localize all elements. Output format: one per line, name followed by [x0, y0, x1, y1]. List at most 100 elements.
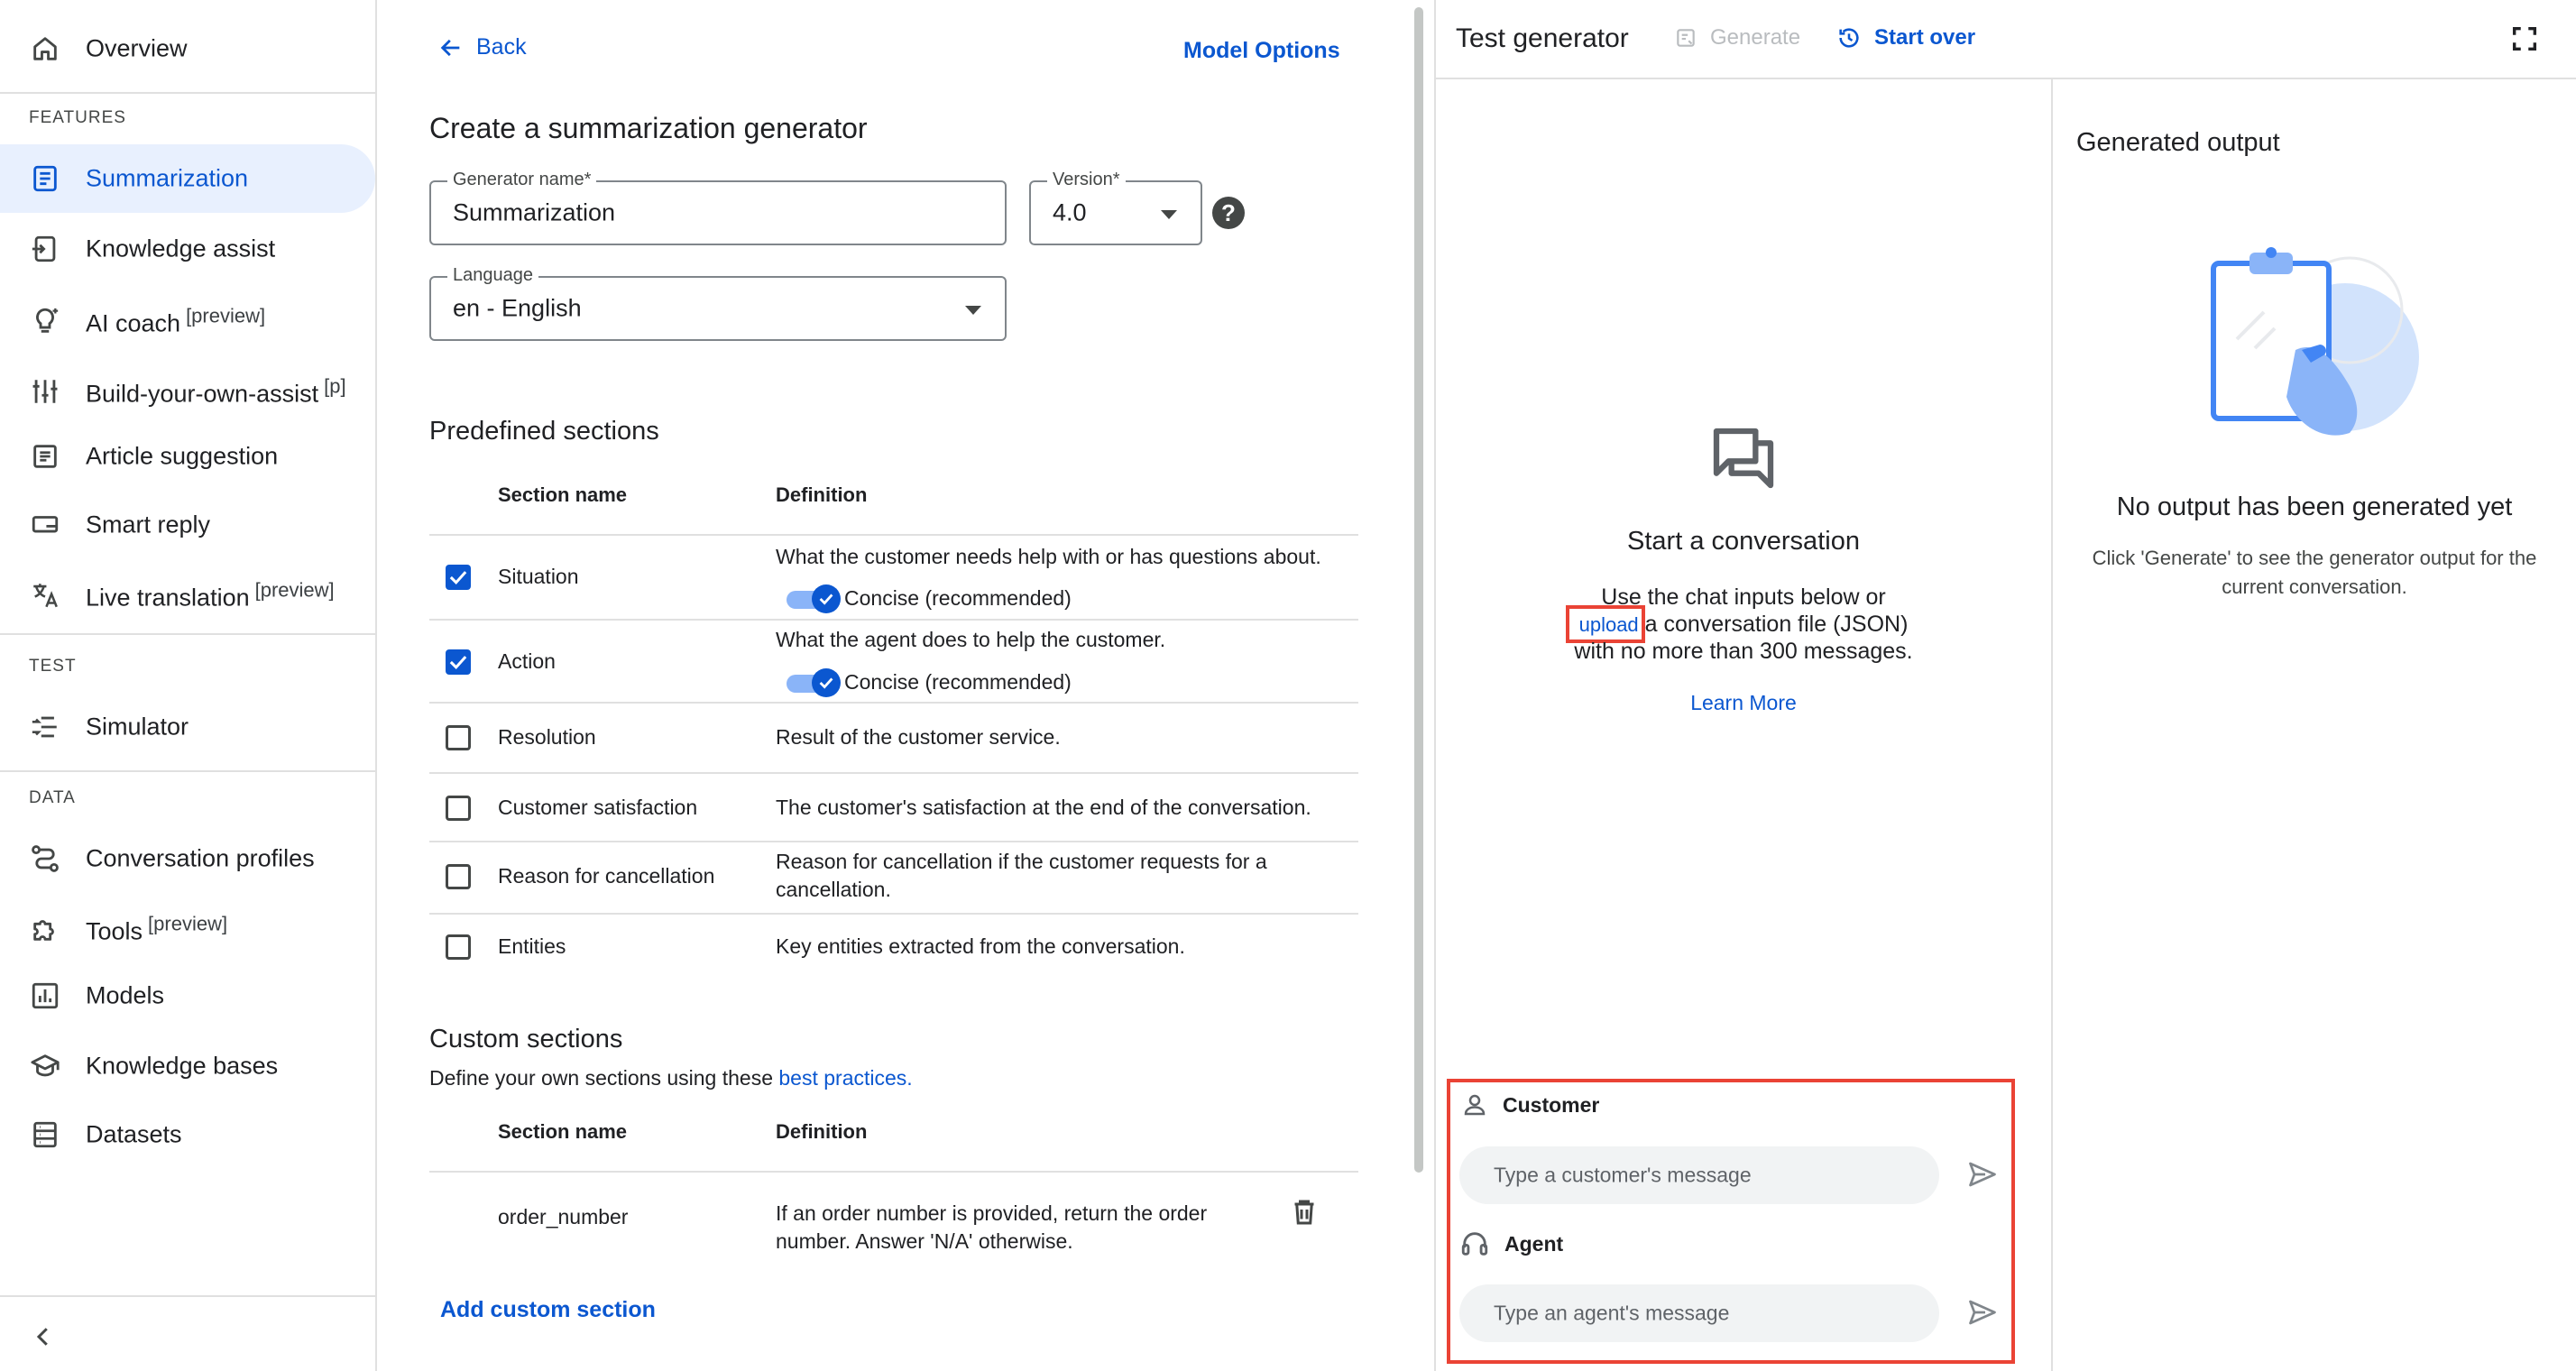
- delete-icon[interactable]: [1288, 1196, 1320, 1228]
- sidebar-item-ai-coach[interactable]: AI coach [preview]: [0, 287, 375, 355]
- sidebar-item-label-wrap: Build-your-own-assist [p]: [86, 375, 346, 409]
- agent-header: Agent: [1459, 1228, 1563, 1259]
- concise-toggle[interactable]: [787, 584, 841, 613]
- no-output-description-line: Click 'Generate' to see the generator ou…: [2092, 547, 2537, 569]
- sidebar-item-overview[interactable]: Overview: [0, 14, 375, 83]
- section-name: Reason for cancellation: [498, 864, 715, 888]
- add-custom-section-button[interactable]: Add custom section: [440, 1297, 656, 1323]
- sidebar-item-datasets[interactable]: Datasets: [0, 1100, 375, 1169]
- smart-reply-icon: [29, 509, 61, 541]
- sidebar-item-label: Build-your-own-assist: [86, 380, 319, 408]
- field-value: Summarization: [453, 198, 616, 226]
- generate-label: Generate: [1710, 25, 1801, 50]
- action-checkbox[interactable]: [446, 649, 471, 675]
- sidebar-item-smart-reply[interactable]: Smart reply: [0, 491, 375, 559]
- section-name: Customer satisfaction: [498, 796, 698, 819]
- sidebar-item-simulator[interactable]: Simulator: [0, 693, 375, 761]
- situation-checkbox[interactable]: [446, 565, 471, 590]
- predefined-sections-title: Predefined sections: [429, 417, 659, 446]
- entities-checkbox[interactable]: [446, 934, 471, 960]
- customer-header: Customer: [1461, 1091, 1599, 1118]
- custom-section-definition-line: If an order number is provided, return t…: [776, 1201, 1208, 1225]
- section-definition-line: cancellation.: [776, 878, 891, 901]
- back-button[interactable]: Back: [438, 34, 527, 60]
- sidebar-item-tools[interactable]: Tools [preview]: [0, 895, 375, 963]
- toggle-knob: [812, 668, 841, 697]
- simulator-icon: [29, 711, 61, 743]
- sidebar-item-live-translation[interactable]: Live translation [preview]: [0, 561, 375, 630]
- agent-label: Agent: [1504, 1231, 1564, 1256]
- sidebar-item-summarization[interactable]: Summarization: [0, 144, 375, 213]
- sidebar-item-label: Models: [86, 981, 165, 1009]
- divider: [0, 770, 375, 772]
- section-name: Action: [498, 649, 556, 673]
- help-icon[interactable]: ?: [1212, 197, 1245, 229]
- custom-section-definition-line: number. Answer 'N/A' otherwise.: [776, 1229, 1073, 1253]
- section-definition: What the agent does to help the customer…: [776, 628, 1166, 651]
- agent-message-input[interactable]: Type an agent's message: [1459, 1284, 1939, 1342]
- model-options-button[interactable]: Model Options: [1183, 38, 1340, 64]
- divider: [1434, 78, 2576, 79]
- arrow-back-icon: [440, 39, 460, 56]
- row-divider: [429, 702, 1358, 704]
- field-value: 4.0: [1053, 198, 1087, 226]
- customer-message-input[interactable]: Type a customer's message: [1459, 1146, 1939, 1204]
- send-agent-icon[interactable]: [1966, 1296, 1999, 1329]
- check-icon: [449, 571, 467, 585]
- person-icon: [1464, 1094, 1486, 1116]
- generator-name-field[interactable]: Generator name* Summarization: [429, 170, 1007, 245]
- version-select[interactable]: Version* 4.0: [1029, 170, 1202, 245]
- concise-toggle[interactable]: [787, 668, 841, 697]
- generate-button[interactable]: Generate: [1674, 25, 1800, 51]
- toggle-label: Concise (recommended): [844, 670, 1072, 694]
- row-divider: [429, 619, 1358, 621]
- sidebar-item-knowledge-bases[interactable]: Knowledge bases: [0, 1032, 375, 1100]
- sidebar-item-label-wrap: Live translation [preview]: [86, 579, 335, 612]
- scrollbar[interactable]: [1414, 7, 1423, 1173]
- clipboard-illustration: [2201, 240, 2426, 456]
- language-select[interactable]: Language en - English: [429, 265, 1007, 341]
- learn-more-link[interactable]: Learn More: [1436, 691, 2051, 715]
- school-icon: [29, 1050, 61, 1082]
- forum-icon: [1707, 422, 1780, 494]
- lightbulb-icon: [29, 305, 61, 337]
- article-icon: [29, 440, 61, 473]
- resolution-checkbox[interactable]: [446, 725, 471, 750]
- start-over-button[interactable]: Start over: [1836, 25, 1975, 51]
- input-placeholder: Type an agent's message: [1494, 1301, 1730, 1325]
- start-conversation-title: Start a conversation: [1627, 527, 1860, 556]
- section-definition: Key entities extracted from the conversa…: [776, 934, 1185, 958]
- history-icon: [1839, 28, 1859, 48]
- headset-icon: [1461, 1232, 1488, 1256]
- puzzle-icon: [29, 913, 61, 945]
- test-generator-title: Test generator: [1456, 23, 1629, 53]
- no-output-description-line: current conversation.: [2222, 575, 2407, 598]
- reason-for-cancellation-checkbox[interactable]: [446, 864, 471, 889]
- start-over-label: Start over: [1874, 25, 1976, 50]
- sidebar-item-build-your-own-assist[interactable]: Build-your-own-assist [p]: [0, 357, 375, 426]
- collapse-sidebar-button[interactable]: [25, 1319, 61, 1355]
- sidebar-item-article-suggestion[interactable]: Article suggestion: [0, 422, 375, 491]
- sidebar-item-label-wrap: AI coach [preview]: [86, 305, 265, 338]
- field-label: Version*: [1047, 170, 1126, 190]
- sidebar-item-label: Tools: [86, 917, 143, 945]
- fullscreen-icon[interactable]: [2509, 23, 2542, 56]
- column-header-section-name: Section name: [498, 1120, 628, 1143]
- divider: [0, 1295, 375, 1297]
- send-customer-icon[interactable]: [1966, 1158, 1999, 1191]
- divider: [0, 92, 375, 94]
- home-icon: [29, 32, 61, 65]
- chevron-left-icon: [36, 1328, 48, 1346]
- description-text: Define your own sections using these: [429, 1066, 773, 1090]
- field-value: en - English: [453, 294, 582, 322]
- sidebar-item-models[interactable]: Models: [0, 962, 375, 1030]
- sidebar-item-conversation-profiles[interactable]: Conversation profiles: [0, 824, 375, 893]
- sidebar-item-label-wrap: Tools [preview]: [86, 913, 227, 946]
- row-divider: [429, 534, 1358, 536]
- section-heading: DATA: [29, 788, 76, 807]
- sidebar-item-knowledge-assist[interactable]: Knowledge assist: [0, 215, 375, 283]
- customer-satisfaction-checkbox[interactable]: [446, 796, 471, 821]
- best-practices-link[interactable]: best practices.: [778, 1066, 912, 1090]
- dropdown-arrow-icon: [1161, 210, 1177, 219]
- sidebar-item-label: AI coach: [86, 309, 181, 337]
